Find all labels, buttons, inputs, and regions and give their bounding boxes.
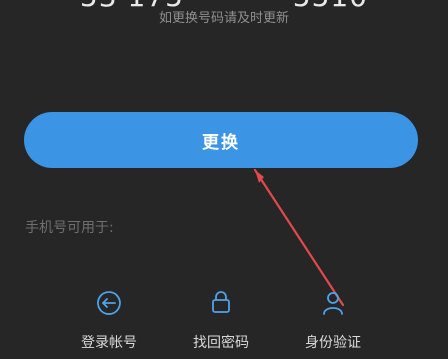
option-recover-password[interactable]: 找回密码: [176, 286, 266, 356]
option-login-account[interactable]: 登录帐号: [64, 286, 154, 356]
change-phone-button[interactable]: 更换: [24, 112, 418, 168]
lock-icon: [204, 286, 238, 320]
phone-usage-label: 手机号可用于:: [25, 220, 114, 236]
option-label-password: 找回密码: [193, 335, 249, 351]
phone-update-hint: 如更换号码请及时更新: [158, 11, 289, 26]
option-label-identity: 身份验证: [305, 335, 361, 351]
person-icon: [316, 286, 350, 320]
login-arrow-icon: [92, 286, 126, 320]
change-button-label: 更换: [202, 132, 240, 152]
option-identity-verification[interactable]: 身份验证: [288, 286, 378, 356]
option-label-login: 登录帐号: [81, 335, 137, 351]
